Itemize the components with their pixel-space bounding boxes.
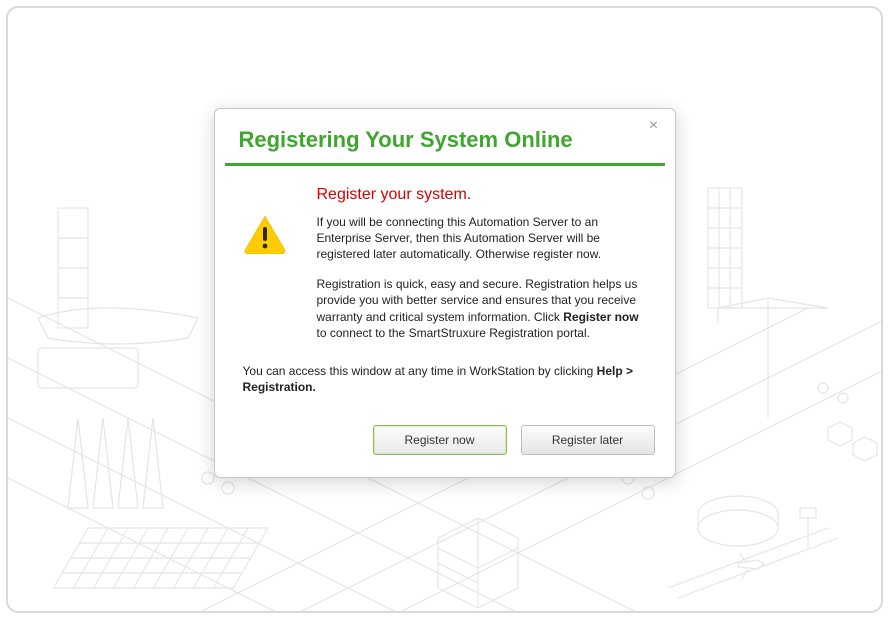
paragraph-2: Registration is quick, easy and secure. …	[317, 276, 647, 341]
dialog-title: Registering Your System Online	[215, 109, 675, 163]
button-row: Register now Register later	[215, 403, 675, 477]
register-now-button[interactable]: Register now	[373, 425, 507, 455]
footer-note: You can access this window at any time i…	[243, 363, 647, 395]
dialog-subheading: Register your system.	[317, 184, 647, 206]
app-window: × Registering Your System Online Registe…	[6, 6, 883, 613]
paragraph-2-post: to connect to the SmartStruxure Registra…	[317, 326, 590, 340]
footer-note-pre: You can access this window at any time i…	[243, 364, 597, 378]
paragraph-2-bold: Register now	[563, 310, 638, 324]
dialog-body: Register your system. If you will be con…	[215, 166, 675, 403]
close-button[interactable]: ×	[647, 119, 661, 133]
register-later-button[interactable]: Register later	[521, 425, 655, 455]
registration-dialog: × Registering Your System Online Registe…	[214, 108, 676, 478]
paragraph-1: If you will be connecting this Automatio…	[317, 214, 647, 263]
warning-icon	[243, 241, 287, 258]
